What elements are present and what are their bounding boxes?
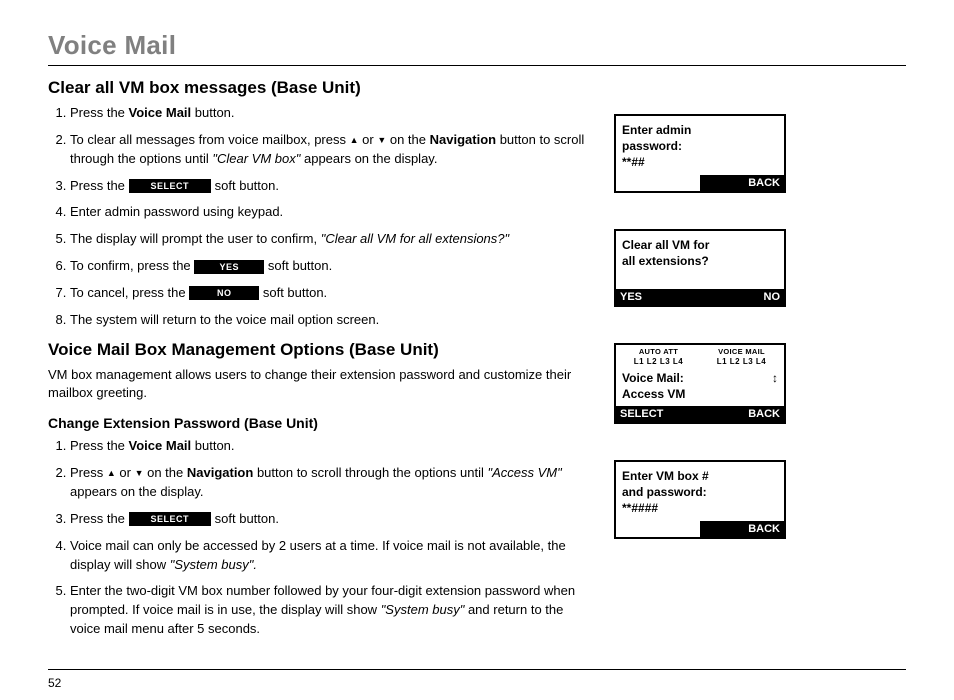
lcd-soft-right-back: BACK (700, 175, 784, 191)
document-page: Voice Mail Clear all VM box messages (Ba… (0, 0, 954, 700)
section-heading-vm-mgmt: Voice Mail Box Management Options (Base … (48, 340, 588, 360)
step: The display will prompt the user to conf… (70, 230, 588, 249)
step: To cancel, press the NO soft button. (70, 284, 588, 303)
yes-soft-button: YES (194, 260, 264, 274)
down-arrow-icon: ▼ (377, 135, 386, 145)
lcd-screen-confirm-clear: Clear all VM for all extensions? YES NO (614, 229, 786, 307)
lcd-soft-right-back: BACK (700, 406, 784, 422)
select-soft-button: SELECT (129, 512, 212, 526)
step: Press the SELECT soft button. (70, 177, 588, 196)
lcd-soft-right-back: BACK (700, 521, 784, 537)
step: Enter the two-digit VM box number follow… (70, 582, 588, 639)
step: Voice mail can only be accessed by 2 use… (70, 537, 588, 575)
page-title: Voice Mail (48, 30, 906, 61)
lcd-soft-left (616, 521, 700, 537)
step: Press the Voice Mail button. (70, 104, 588, 123)
no-soft-button: NO (189, 286, 259, 300)
page-number: 52 (48, 670, 906, 690)
lcd-screen-voice-mail: AUTO ATT L1 L2 L3 L4 VOICE MAIL L1 L2 L3… (614, 343, 786, 424)
step: The system will return to the voice mail… (70, 311, 588, 330)
step: To clear all messages from voice mailbox… (70, 131, 588, 169)
step: Press the Voice Mail button. (70, 437, 588, 456)
lcd-soft-left-yes: YES (616, 289, 700, 305)
top-rule (48, 65, 906, 66)
step: Press the SELECT soft button. (70, 510, 588, 529)
steps-clear-vm: Press the Voice Mail button. To clear al… (48, 104, 588, 330)
lcd-soft-left (616, 175, 700, 191)
step: Enter admin password using keypad. (70, 203, 588, 222)
main-text-column: Clear all VM box messages (Base Unit) Pr… (48, 72, 588, 649)
lcd-screen-enter-admin: Enter admin password: **## BACK (614, 114, 786, 193)
updown-arrow-icon: ↕ (772, 370, 778, 386)
lcd-screen-enter-vmbox: Enter VM box # and password: **#### BACK (614, 460, 786, 539)
up-arrow-icon: ▲ (107, 468, 116, 478)
step: Press ▲ or ▼ on the Navigation button to… (70, 464, 588, 502)
up-arrow-icon: ▲ (350, 135, 359, 145)
select-soft-button: SELECT (129, 179, 212, 193)
steps-change-pw: Press the Voice Mail button. Press ▲ or … (48, 437, 588, 639)
subsection-heading-change-pw: Change Extension Password (Base Unit) (48, 415, 588, 431)
lcd-soft-right-no: NO (700, 289, 784, 305)
section-heading-clear-vm: Clear all VM box messages (Base Unit) (48, 78, 588, 98)
lcd-column: Enter admin password: **## BACK Clear al… (614, 72, 906, 649)
intro-paragraph: VM box management allows users to change… (48, 366, 588, 404)
step: To confirm, press the YES soft button. (70, 257, 588, 276)
lcd-soft-left-select: SELECT (616, 406, 700, 422)
